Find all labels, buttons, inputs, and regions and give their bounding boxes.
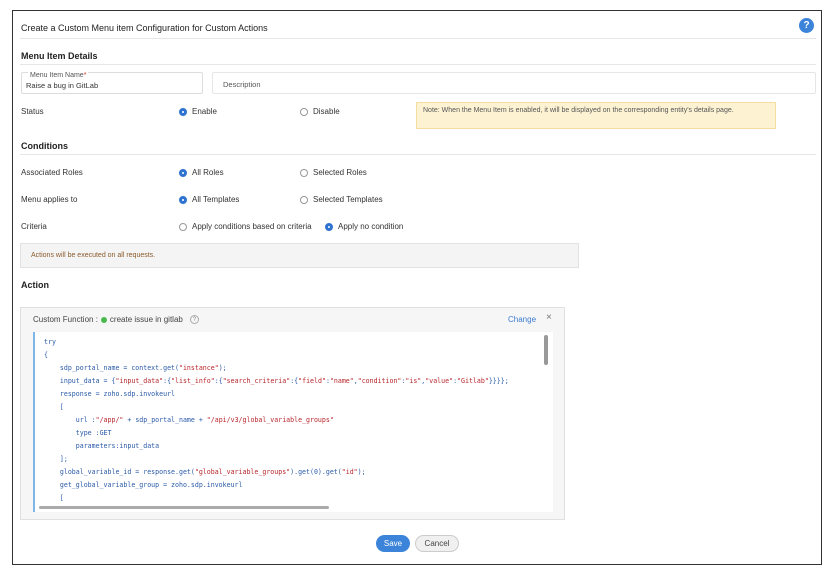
change-link[interactable]: Change <box>508 315 536 324</box>
help-icon[interactable]: ? <box>799 18 814 33</box>
description-field[interactable]: Description <box>212 72 816 94</box>
status-label: Status <box>21 107 44 116</box>
radio-selected-icon <box>325 222 333 231</box>
divider <box>20 64 816 65</box>
status-disable-radio[interactable]: Disable <box>300 107 340 116</box>
status-note: Note: When the Menu Item is enabled, it … <box>416 102 776 129</box>
action-heading: Action <box>21 280 49 290</box>
dialog: Create a Custom Menu item Configuration … <box>12 10 822 565</box>
radio-unselected-icon <box>300 195 308 204</box>
selected-roles-radio[interactable]: Selected Roles <box>300 168 367 177</box>
criteria-based-radio[interactable]: Apply conditions based on criteria <box>179 222 312 231</box>
code-line: response = zoho.sdp.invokeurl <box>44 390 176 398</box>
code-line: ]; <box>44 455 68 463</box>
radio-unselected-icon <box>179 222 187 231</box>
cancel-button[interactable]: Cancel <box>415 535 459 552</box>
code-line: { <box>44 351 48 359</box>
code-line: [ <box>44 494 64 502</box>
code-line: type :GET <box>44 429 112 437</box>
criteria-label: Criteria <box>21 222 47 231</box>
radio-unselected-icon <box>300 168 308 177</box>
code-line: global_variable_id = response.get("globa… <box>44 468 366 476</box>
all-roles-radio[interactable]: All Roles <box>179 168 224 177</box>
radio-selected-icon <box>179 107 187 116</box>
radio-unselected-icon <box>300 107 308 116</box>
custom-function-panel: Custom Function : create issue in gitlab… <box>20 307 565 520</box>
code-line: url :"/app/" + sdp_portal_name + "/api/v… <box>44 416 334 424</box>
status-dot-icon <box>100 316 107 323</box>
code-line: sdp_portal_name = context.get("instance"… <box>44 364 227 372</box>
conditions-heading: Conditions <box>21 141 68 151</box>
divider <box>20 154 816 155</box>
code-editor[interactable]: try { sdp_portal_name = context.get("inst… <box>33 332 553 512</box>
custom-function-label: Custom Function : <box>33 315 98 324</box>
all-templates-radio[interactable]: All Templates <box>179 195 239 204</box>
no-condition-radio[interactable]: Apply no condition <box>325 222 403 231</box>
help-icon[interactable]: ? <box>189 315 199 324</box>
code-line: get_global_variable_group = zoho.sdp.inv… <box>44 481 243 489</box>
divider <box>20 38 816 39</box>
vertical-scrollbar[interactable] <box>544 335 548 365</box>
save-button[interactable]: Save <box>376 535 410 552</box>
menu-item-name-value: Raise a bug in GitLab <box>26 81 99 90</box>
description-placeholder: Description <box>223 80 261 89</box>
page-title: Create a Custom Menu item Configuration … <box>21 23 268 33</box>
radio-selected-icon <box>179 195 187 204</box>
horizontal-scrollbar[interactable] <box>39 506 329 509</box>
status-enable-radio[interactable]: Enable <box>179 107 217 116</box>
menu-item-details-heading: Menu Item Details <box>21 51 98 61</box>
menu-item-name-field[interactable]: Menu Item Name* Raise a bug in GitLab <box>21 72 203 94</box>
menu-item-name-label: Menu Item Name* <box>28 72 89 79</box>
selected-templates-radio[interactable]: Selected Templates <box>300 195 383 204</box>
associated-roles-label: Associated Roles <box>21 168 83 177</box>
close-icon[interactable]: × <box>546 312 552 323</box>
function-name: create issue in gitlab <box>109 315 183 324</box>
code-line: try <box>44 338 56 346</box>
code-line: [ <box>44 403 64 411</box>
code-line: parameters:input_data <box>44 442 160 450</box>
conditions-info: Actions will be executed on all requests… <box>20 243 579 268</box>
radio-selected-icon <box>179 168 187 177</box>
menu-applies-to-label: Menu applies to <box>21 195 78 204</box>
custom-function-header: Custom Function : create issue in gitlab… <box>33 315 199 324</box>
code-line: input_data = {"input_data":{"list_info":… <box>44 377 509 385</box>
